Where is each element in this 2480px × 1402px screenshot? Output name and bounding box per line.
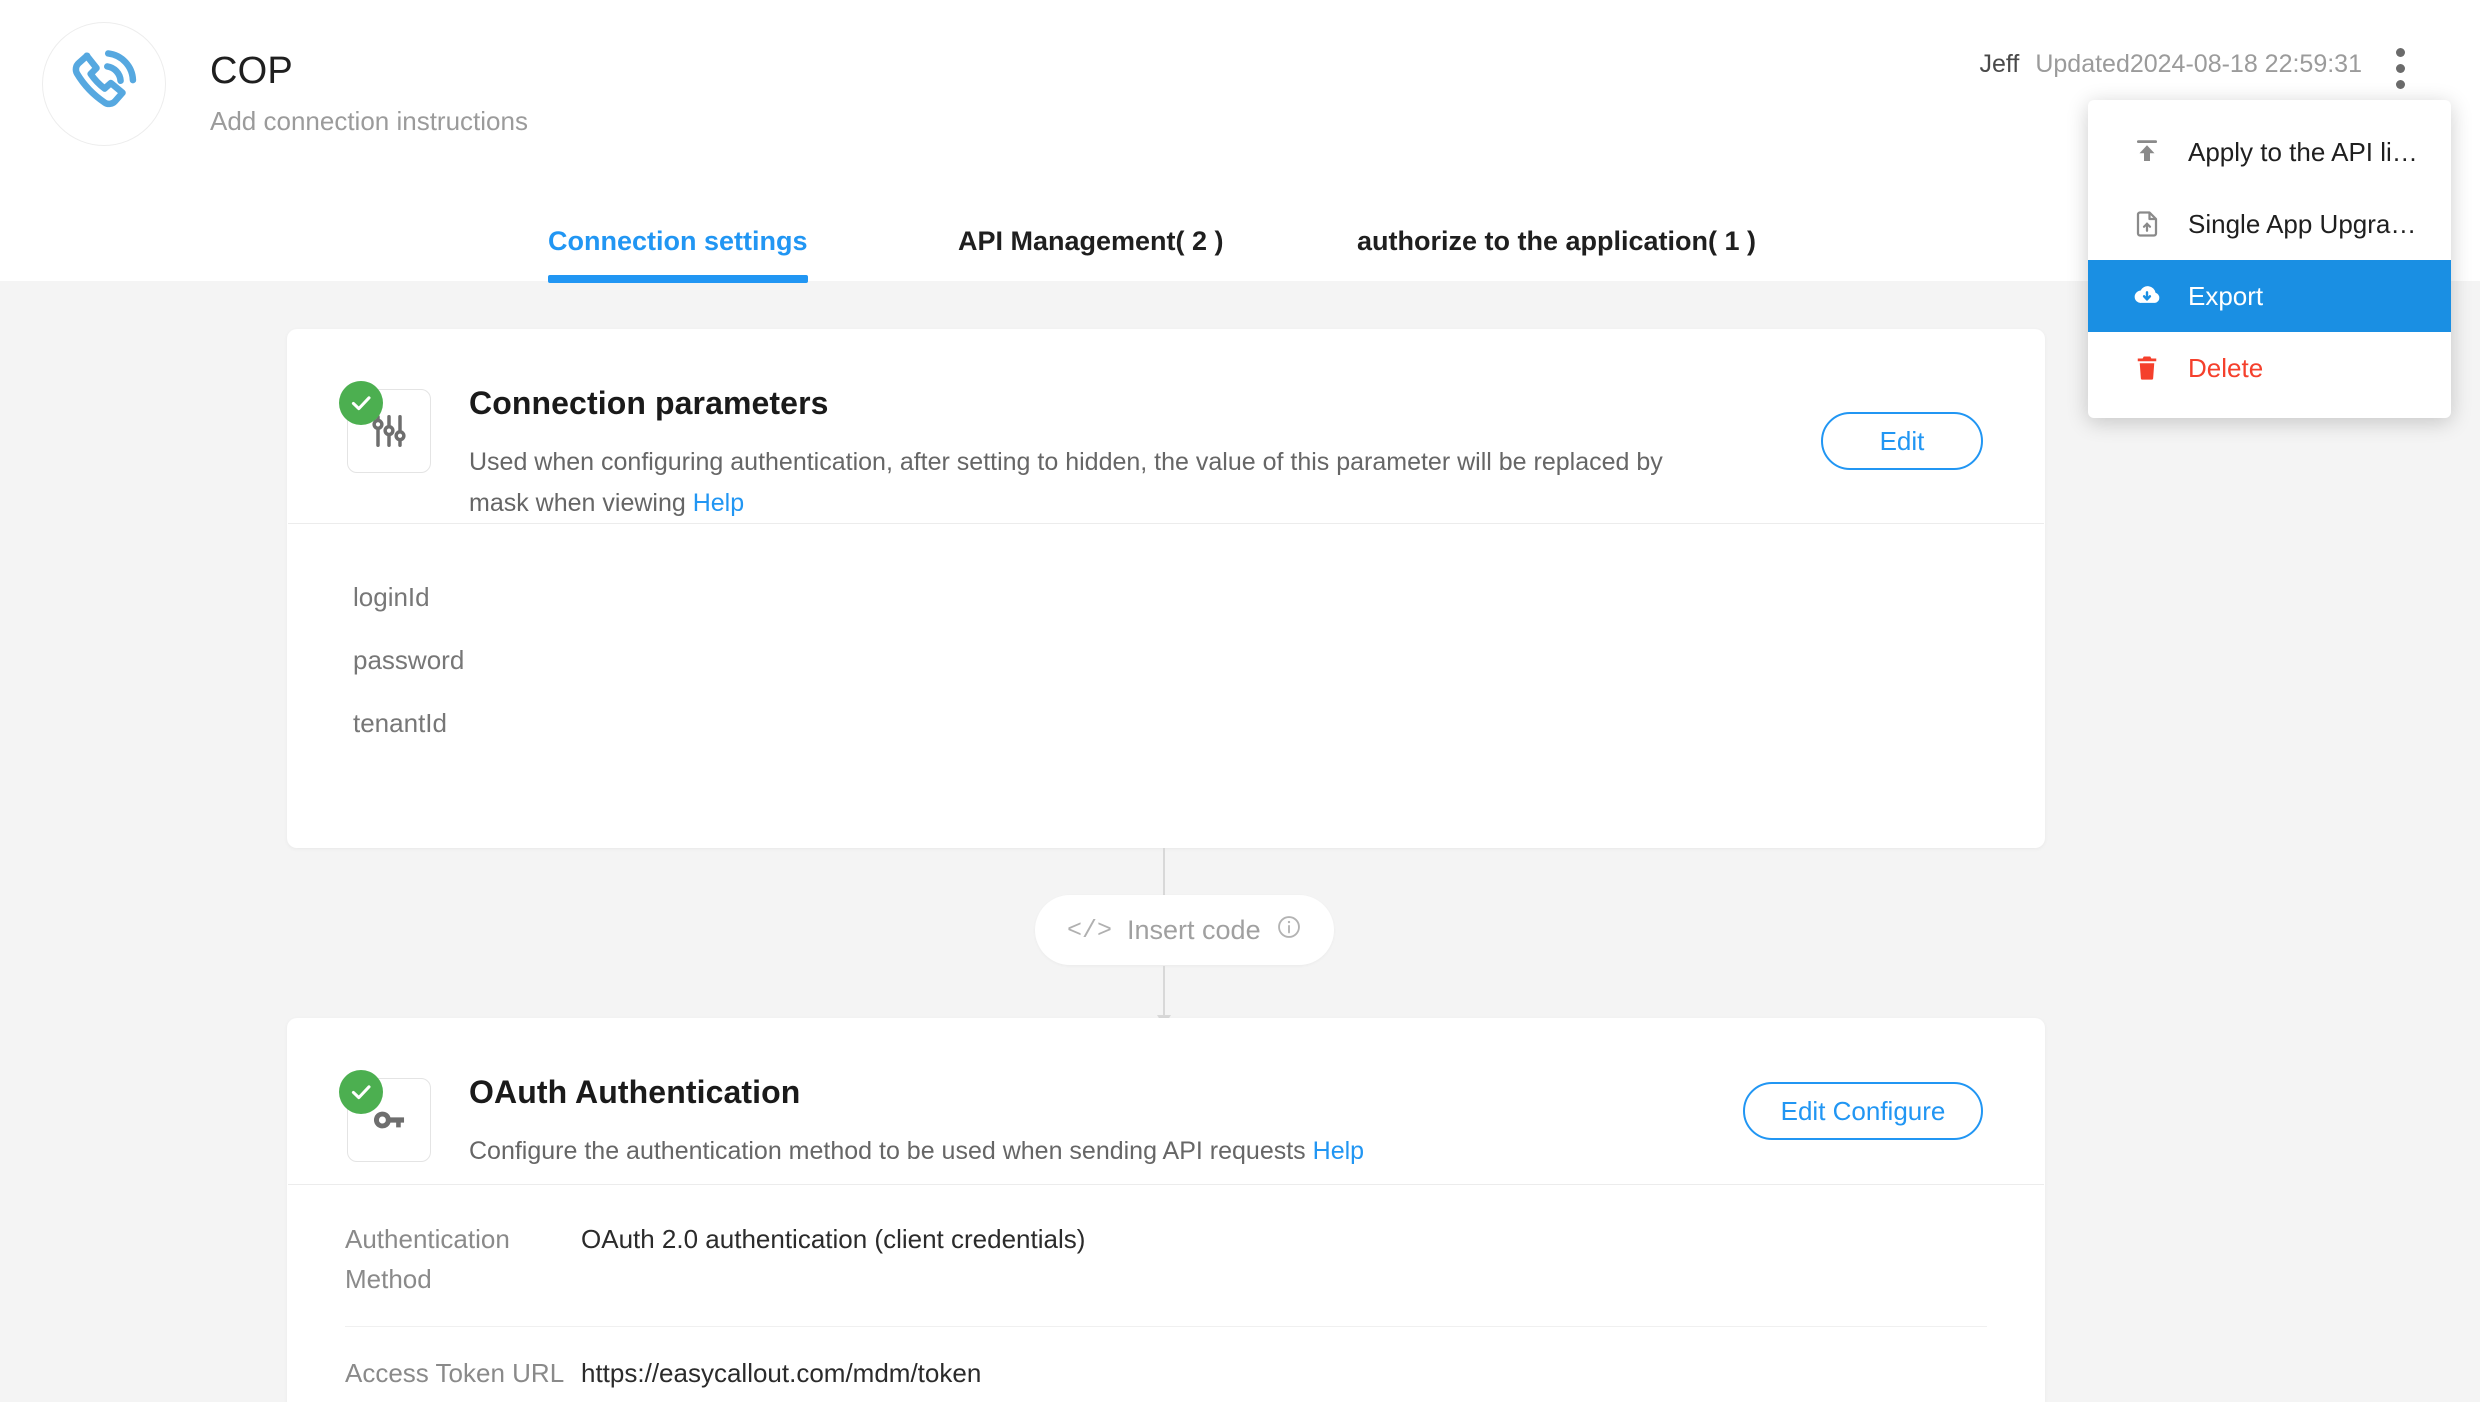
menu-item-label: Single App Upgra… (2188, 208, 2417, 239)
insert-code-button[interactable]: </> Insert code (1035, 895, 1334, 965)
tab-api-management[interactable]: API Management( 2 ) (958, 226, 1224, 283)
trash-icon (2124, 353, 2170, 383)
table-row: Authentication Method OAuth 2.0 authenti… (287, 1219, 2045, 1300)
detail-key: Access Token URL (345, 1357, 565, 1388)
updated-timestamp: Updated2024-08-18 22:59:31 (2035, 50, 2362, 78)
menu-item-apply-to-api-list[interactable]: Apply to the API li… (2088, 116, 2451, 188)
page-title: COP (210, 50, 293, 92)
card-description: Used when configuring authentication, af… (469, 442, 1679, 523)
oauth-detail-list: Authentication Method OAuth 2.0 authenti… (287, 1185, 2045, 1393)
brand: COP Add connection instructions (42, 22, 528, 146)
connection-parameters-card: Connection parameters Used when configur… (287, 329, 2045, 848)
more-actions-menu: Apply to the API li… Single App Upgra… E… (2088, 100, 2451, 418)
connection-parameter-list: loginId password tenantId (287, 524, 2045, 795)
help-link[interactable]: Help (1313, 1137, 1364, 1165)
kebab-dot (2395, 47, 2405, 57)
menu-item-label: Delete (2188, 352, 2264, 383)
header-meta: Jeff Updated2024-08-18 22:59:31 (1979, 50, 2362, 79)
list-item[interactable]: tenantId (287, 692, 2045, 755)
menu-item-delete[interactable]: Delete (2088, 332, 2451, 404)
card-header: OAuth Authentication Configure the authe… (287, 1018, 2045, 1184)
oauth-authentication-card: OAuth Authentication Configure the authe… (287, 1018, 2045, 1402)
edit-configure-button[interactable]: Edit Configure (1743, 1082, 1983, 1140)
card-icon-group (339, 381, 431, 473)
insert-code-label: Insert code (1127, 914, 1261, 945)
check-circle-icon (339, 381, 383, 425)
menu-item-label: Apply to the API li… (2188, 136, 2418, 167)
list-item[interactable]: loginId (287, 566, 2045, 629)
menu-item-single-app-upgrade[interactable]: Single App Upgra… (2088, 188, 2451, 260)
menu-item-label: Export (2188, 280, 2264, 311)
owner-name: Jeff (1979, 50, 2020, 78)
app-root: COP Add connection instructions Jeff Upd… (0, 0, 2480, 1402)
phone-call-icon (42, 22, 166, 146)
page-subtitle: Add connection instructions (210, 105, 528, 136)
upload-icon (2124, 137, 2170, 167)
card-icon-group (339, 1070, 431, 1162)
card-description-text: Configure the authentication method to b… (469, 1137, 1306, 1165)
detail-value: https://easycallout.com/mdm/token (581, 1357, 982, 1388)
detail-value: OAuth 2.0 authentication (client credent… (581, 1224, 1086, 1254)
detail-key: Authentication Method (345, 1224, 510, 1295)
more-vertical-icon[interactable] (2378, 42, 2422, 94)
table-row: Access Token URL https://easycallout.com… (287, 1353, 2045, 1393)
menu-item-export[interactable]: Export (2088, 260, 2451, 332)
flow-connector: </> Insert code (0, 848, 2480, 1026)
card-description: Configure the authentication method to b… (469, 1131, 1679, 1172)
main-content: Connection parameters Used when configur… (0, 281, 2480, 1402)
cloud-download-icon (2124, 280, 2170, 312)
help-link[interactable]: Help (693, 489, 744, 517)
kebab-dot (2395, 63, 2405, 73)
card-description-text: Used when configuring authentication, af… (469, 448, 1663, 517)
file-upload-icon (2124, 209, 2170, 239)
tab-connection-settings[interactable]: Connection settings (548, 226, 808, 283)
card-title: OAuth Authentication (469, 1074, 801, 1110)
kebab-dot (2395, 79, 2405, 89)
code-icon: </> (1067, 915, 1113, 945)
check-circle-icon (339, 1070, 383, 1114)
brand-text: COP Add connection instructions (210, 22, 528, 137)
row-divider (345, 1325, 1987, 1327)
list-item[interactable]: password (287, 629, 2045, 692)
connector-line-bottom (1163, 966, 1165, 1018)
card-header-text: Connection parameters Used when configur… (469, 385, 1979, 523)
card-title: Connection parameters (469, 385, 829, 421)
edit-button[interactable]: Edit (1821, 412, 1983, 470)
card-header: Connection parameters Used when configur… (287, 329, 2045, 523)
connector-line-top (1163, 848, 1165, 900)
info-circle-icon[interactable] (1276, 914, 1302, 947)
tab-authorize-application[interactable]: authorize to the application( 1 ) (1357, 226, 1756, 283)
